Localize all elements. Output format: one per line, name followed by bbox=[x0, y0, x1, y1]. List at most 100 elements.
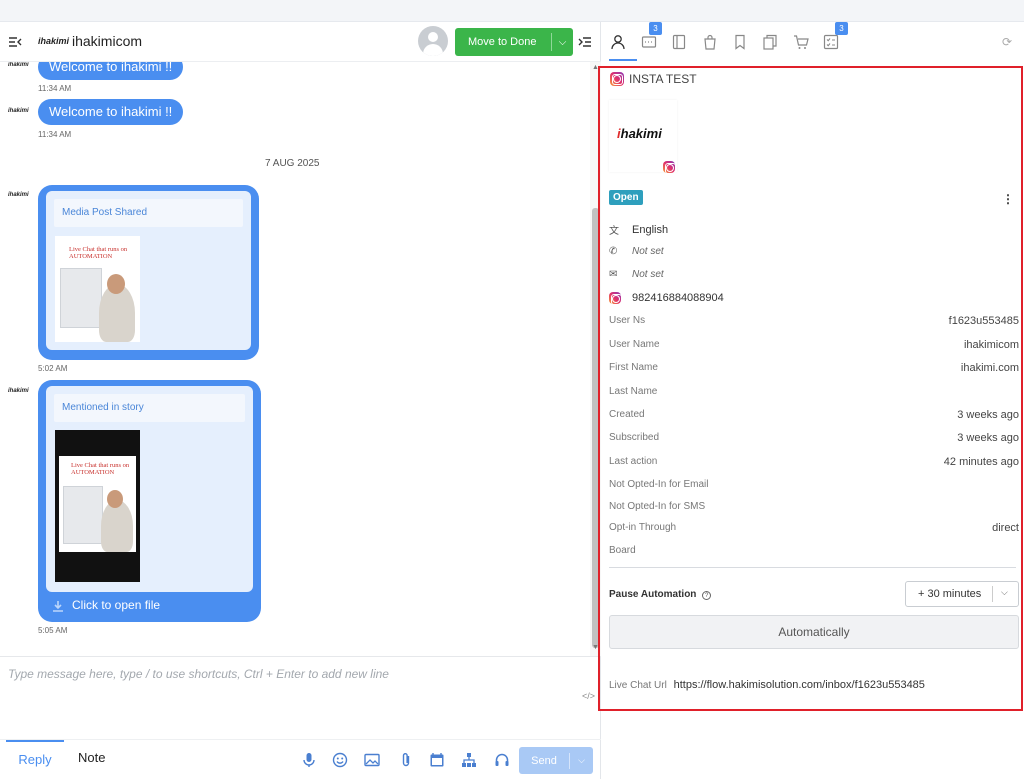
card-title: Mentioned in story bbox=[54, 394, 245, 422]
phone-row: ✆ Not set bbox=[609, 246, 664, 257]
brand-logo: ihakimi bbox=[38, 36, 70, 46]
phone-icon: ✆ bbox=[609, 246, 618, 257]
date-separator: 7 AUG 2025 bbox=[265, 158, 320, 169]
live-chat-label: Live Chat Url bbox=[609, 680, 667, 691]
message-time: 11:34 AM bbox=[38, 130, 72, 139]
pause-automation-label: Pause Automation ? bbox=[609, 589, 712, 600]
top-bar bbox=[0, 0, 1024, 22]
sender-logo: ihakimi bbox=[8, 62, 29, 68]
divider bbox=[609, 567, 1016, 568]
microphone-icon[interactable] bbox=[301, 752, 317, 768]
notes-icon bbox=[641, 36, 657, 48]
chevron-down-icon[interactable]: ⌵ bbox=[552, 37, 573, 48]
mail-icon: ✉ bbox=[609, 269, 618, 280]
media-post-card[interactable]: Media Post Shared Live Chat that runs on… bbox=[38, 185, 259, 360]
channel-title: INSTA TEST bbox=[629, 72, 697, 86]
email-value: Not set bbox=[632, 269, 664, 280]
live-chat-url-row: Live Chat Url https://flow.hakimisolutio… bbox=[609, 679, 925, 691]
profile-brand: ihakimi bbox=[617, 126, 662, 141]
field-row: User Ns f1623u553485 bbox=[609, 315, 1019, 327]
automatically-button[interactable]: Automatically bbox=[609, 615, 1019, 649]
tab-reply[interactable]: Reply bbox=[6, 740, 64, 776]
instagram-badge-icon bbox=[663, 161, 676, 174]
send-button[interactable]: Send ⌵ bbox=[519, 747, 593, 774]
flow-icon[interactable] bbox=[461, 752, 477, 768]
pause-duration-select[interactable]: + 30 minutes ⌵ bbox=[905, 581, 1019, 607]
instagram-id-row: 982416884088904 bbox=[609, 292, 724, 305]
field-row: Not Opted-In for SMS bbox=[609, 501, 706, 512]
composer-tabs: Reply Note Send ⌵ bbox=[0, 739, 601, 779]
collapse-panel-icon[interactable] bbox=[578, 36, 592, 48]
notes-tab[interactable]: 3 bbox=[641, 22, 662, 50]
field-row: Last action 42 minutes ago bbox=[609, 456, 1019, 468]
chevron-down-icon[interactable]: ⌵ bbox=[570, 755, 593, 766]
refresh-icon[interactable]: ⟳ bbox=[1002, 35, 1012, 49]
status-badge[interactable]: Open bbox=[609, 190, 643, 205]
tab-note[interactable]: Note bbox=[78, 740, 105, 776]
message-time: 5:05 AM bbox=[38, 626, 68, 635]
headset-icon[interactable] bbox=[494, 752, 510, 768]
count-badge: 3 bbox=[835, 22, 848, 35]
message-time: 5:02 AM bbox=[38, 364, 68, 373]
story-image[interactable]: Live Chat that runs on AUTOMATION bbox=[55, 430, 140, 582]
image-icon[interactable] bbox=[364, 752, 380, 768]
count-badge: 3 bbox=[649, 22, 662, 35]
menu-collapse-icon[interactable] bbox=[8, 35, 22, 49]
live-chat-url[interactable]: https://flow.hakimisolution.com/inbox/f1… bbox=[674, 679, 925, 691]
language-value: English bbox=[632, 223, 669, 236]
field-row: Board bbox=[609, 545, 636, 556]
documents-icon[interactable] bbox=[762, 34, 778, 50]
sidebar-tabs: 3 3 ⟳ bbox=[601, 22, 1024, 62]
field-row: First Name ihakimi.com bbox=[609, 362, 1019, 374]
field-row: Last Name bbox=[609, 386, 658, 397]
chevron-down-icon: ⌵ bbox=[1001, 587, 1008, 597]
field-row: Opt-in Through direct bbox=[609, 522, 1019, 534]
chat-header: ihakimi ihakimicom Move to Done ⌵ bbox=[0, 22, 601, 62]
avatar[interactable] bbox=[418, 26, 448, 56]
bookmark-icon[interactable] bbox=[732, 34, 748, 50]
message-list: ihakimi Welcome to ihakimi !! 11:34 AM i… bbox=[0, 62, 590, 656]
instagram-icon bbox=[610, 72, 624, 86]
instagram-icon bbox=[609, 292, 622, 305]
instagram-id: 982416884088904 bbox=[632, 292, 724, 304]
calendar-icon[interactable] bbox=[429, 752, 445, 768]
cart-icon[interactable] bbox=[793, 34, 809, 50]
field-row: Not Opted-In for Email bbox=[609, 479, 709, 490]
download-icon[interactable] bbox=[52, 599, 64, 612]
translate-icon: 文 bbox=[609, 226, 619, 237]
help-icon[interactable]: ? bbox=[702, 591, 712, 600]
move-to-done-button[interactable]: Move to Done ⌵ bbox=[455, 28, 573, 56]
tasks-tab[interactable]: 3 bbox=[823, 22, 848, 50]
pause-duration-value: + 30 minutes bbox=[918, 588, 982, 600]
sender-logo: ihakimi bbox=[8, 192, 29, 198]
code-icon[interactable]: </> bbox=[582, 691, 595, 701]
user-icon[interactable] bbox=[610, 34, 626, 50]
open-file-link[interactable]: Click to open file bbox=[72, 598, 160, 612]
move-to-done-label: Move to Done bbox=[468, 36, 537, 48]
phone-value: Not set bbox=[632, 246, 664, 257]
composer: Type message here, type / to use shortcu… bbox=[0, 656, 601, 779]
sender-logo: ihakimi bbox=[8, 388, 29, 394]
post-image[interactable]: Live Chat that runs on AUTOMATION bbox=[55, 236, 140, 342]
contact-sidebar: 3 3 ⟳ INSTA TEST ihakimi Open ⋮ 文 Englis… bbox=[598, 22, 1024, 779]
sender-logo: ihakimi bbox=[8, 108, 29, 114]
email-row: ✉ Not set bbox=[609, 269, 664, 280]
message-bubble: Welcome to ihakimi !! bbox=[38, 99, 184, 125]
chat-pane: ihakimi ihakimicom Move to Done ⌵ ihakim… bbox=[0, 22, 601, 779]
attachment-icon[interactable] bbox=[398, 752, 414, 768]
message-time: 11:34 AM bbox=[38, 84, 72, 93]
panel-icon[interactable] bbox=[671, 34, 687, 50]
more-options-icon[interactable]: ⋮ bbox=[1002, 192, 1014, 206]
story-mention-card[interactable]: Mentioned in story Live Chat that runs o… bbox=[38, 380, 261, 622]
emoji-icon[interactable] bbox=[332, 752, 348, 768]
card-title: Media Post Shared bbox=[54, 199, 243, 227]
message-bubble: Welcome to ihakimi !! bbox=[38, 62, 184, 80]
field-row: Subscribed 3 weeks ago bbox=[609, 432, 1019, 444]
language-row: 文 English bbox=[609, 222, 669, 238]
field-row: Created 3 weeks ago bbox=[609, 409, 1019, 421]
bag-icon[interactable] bbox=[702, 34, 718, 50]
contact-name: ihakimicom bbox=[72, 33, 143, 49]
checklist-icon bbox=[823, 34, 839, 50]
message-input[interactable]: Type message here, type / to use shortcu… bbox=[8, 667, 389, 681]
active-tab-indicator bbox=[609, 59, 637, 61]
